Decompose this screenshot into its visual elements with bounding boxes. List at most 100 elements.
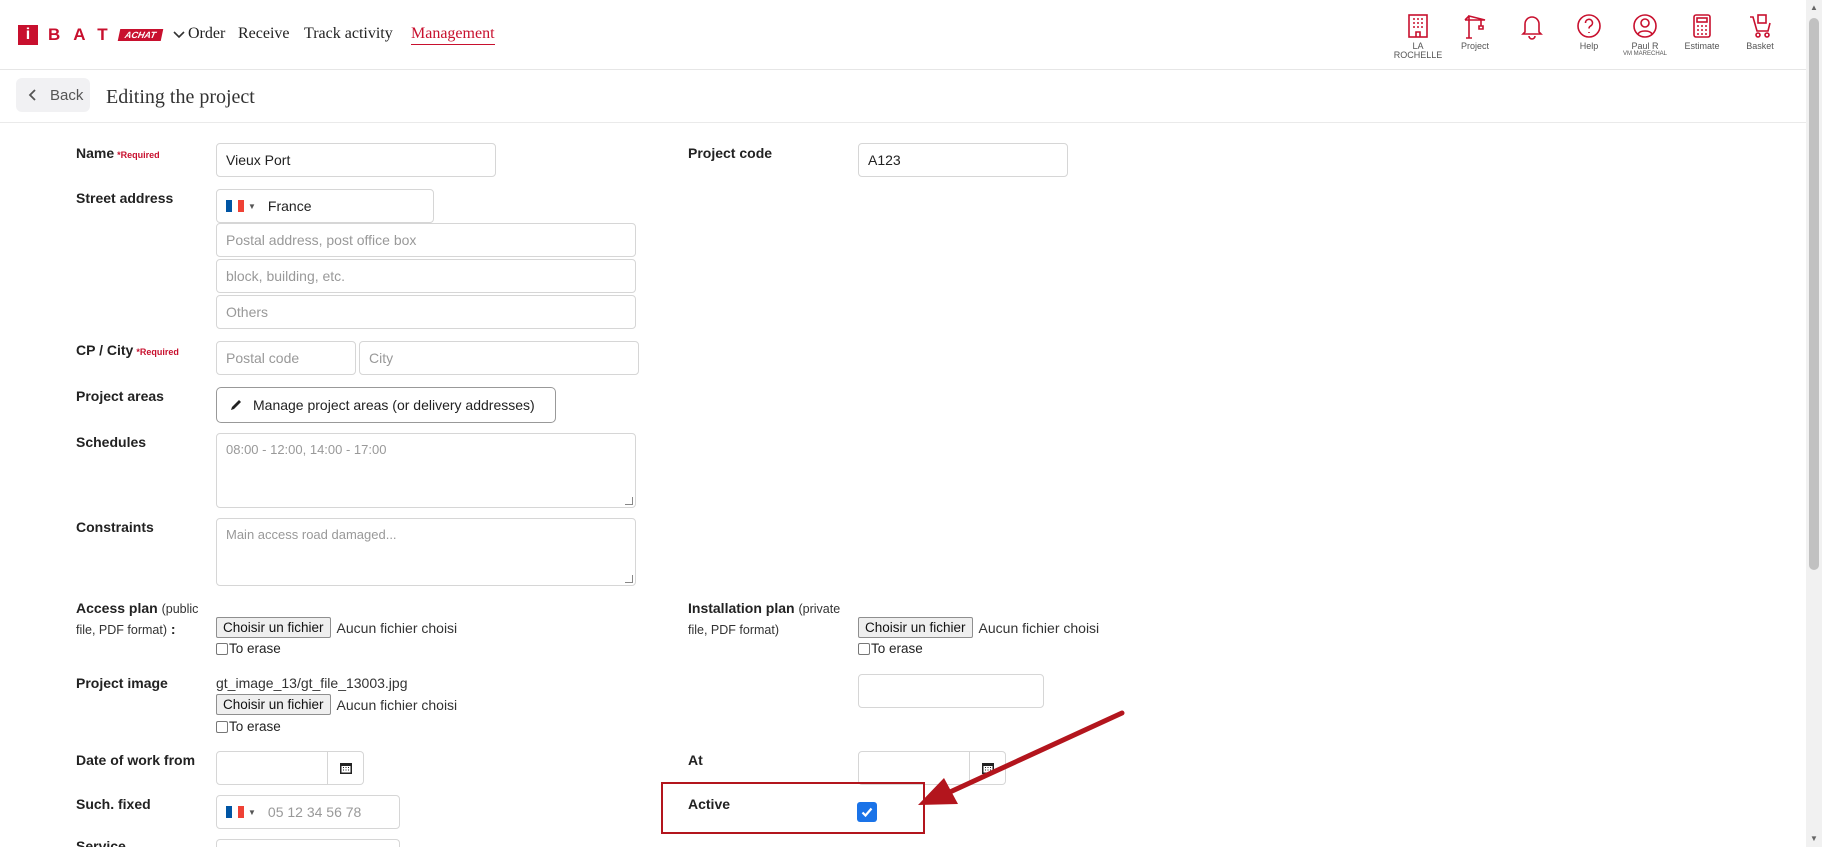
- installation-plan-file-input[interactable]: Choisir un fichier Aucun fichier choisi: [858, 617, 1099, 638]
- date-from-label: Date of work from: [76, 752, 196, 768]
- service-label-partial: Service: [76, 838, 126, 847]
- date-from-input[interactable]: [216, 751, 328, 785]
- active-checkbox[interactable]: [857, 802, 877, 822]
- pencil-icon: [231, 400, 241, 410]
- country-select[interactable]: ▼ France: [216, 189, 434, 223]
- postal-code-input[interactable]: Postal code: [216, 341, 356, 375]
- constraints-label: Constraints: [76, 519, 154, 535]
- erase-checkbox[interactable]: [216, 642, 228, 655]
- resize-handle[interactable]: [625, 497, 633, 505]
- brand-initial: i: [18, 25, 38, 45]
- name-label: Name *Required: [76, 145, 160, 161]
- nav-track-activity[interactable]: Track activity: [304, 25, 393, 43]
- active-label: Active: [688, 796, 731, 812]
- schedules-placeholder: 08:00 - 12:00, 14:00 - 17:00: [226, 442, 387, 457]
- phone-placeholder: 05 12 34 56 78: [267, 804, 362, 820]
- bell-icon: [1521, 16, 1543, 40]
- caret-down-icon: ▼: [248, 201, 256, 211]
- installation-plan-label: Installation plan (private file, PDF for…: [688, 600, 841, 637]
- scrollbar-thumb[interactable]: [1809, 18, 1819, 570]
- chevron-down-icon[interactable]: [172, 28, 186, 42]
- erase-label: To erase: [229, 641, 281, 656]
- back-button[interactable]: Back: [16, 78, 90, 112]
- header-item-sublabel: VM MARECHAL: [1622, 51, 1667, 57]
- resize-handle[interactable]: [625, 575, 633, 583]
- choose-file-button[interactable]: Choisir un fichier: [858, 617, 973, 638]
- at-label: At: [688, 752, 703, 768]
- header-item-location[interactable]: LA ROCHELLE: [1388, 12, 1448, 60]
- erase-label: To erase: [229, 719, 281, 734]
- access-plan-file-input[interactable]: Choisir un fichier Aucun fichier choisi: [216, 617, 457, 638]
- checkmark-icon: [861, 807, 873, 818]
- scroll-down-icon[interactable]: ▼: [1809, 834, 1819, 844]
- nav-order[interactable]: Order: [188, 25, 225, 43]
- cp-city-label: CP / City *Required: [76, 342, 179, 358]
- choose-file-button[interactable]: Choisir un fichier: [216, 617, 331, 638]
- schedules-textarea[interactable]: 08:00 - 12:00, 14:00 - 17:00: [216, 433, 636, 508]
- manage-areas-label: Manage project areas (or delivery addres…: [253, 397, 535, 413]
- france-flag-icon: [226, 806, 244, 818]
- project-image-label: Project image: [76, 675, 168, 691]
- brand-letters: BAT: [48, 25, 121, 44]
- help-icon: [1577, 14, 1601, 38]
- project-image-erase[interactable]: To erase: [216, 719, 281, 734]
- scroll-up-icon[interactable]: ▲: [1809, 3, 1819, 13]
- choose-file-button[interactable]: Choisir un fichier: [216, 694, 331, 715]
- france-flag-icon: [226, 200, 244, 212]
- brand-logo[interactable]: i BAT ACHAT: [18, 25, 186, 45]
- address-line-1-input[interactable]: Postal address, post office box: [216, 223, 636, 257]
- page-header: [0, 71, 1806, 123]
- no-file-text: Aucun fichier choisi: [336, 619, 458, 636]
- header-item-user[interactable]: Paul R VM MARECHAL: [1615, 12, 1675, 58]
- crane-icon: [1464, 14, 1486, 39]
- annotation-arrow-icon: [918, 710, 1125, 805]
- access-plan-erase[interactable]: To erase: [216, 641, 281, 656]
- street-address-label: Street address: [76, 190, 174, 206]
- required-marker: *Required: [117, 150, 160, 160]
- required-marker: *Required: [136, 347, 179, 357]
- access-plan-label: Access plan (public file, PDF format) :: [76, 600, 199, 637]
- no-file-text: Aucun fichier choisi: [336, 696, 458, 713]
- calendar-icon: [339, 763, 352, 774]
- phone-label: Such. fixed: [76, 796, 151, 812]
- erase-checkbox[interactable]: [858, 642, 870, 655]
- header-item-project[interactable]: Project: [1445, 12, 1505, 51]
- erase-label: To erase: [871, 641, 923, 656]
- header-item-notifications[interactable]: [1502, 12, 1562, 40]
- project-code-input[interactable]: A123: [858, 143, 1068, 177]
- address-line-2-input[interactable]: block, building, etc.: [216, 259, 636, 293]
- header-item-label: LA ROCHELLE: [1393, 41, 1443, 60]
- service-input-partial[interactable]: [216, 839, 400, 847]
- schedules-label: Schedules: [76, 434, 147, 450]
- date-from-calendar-button[interactable]: [328, 751, 364, 785]
- project-image-file-input[interactable]: Choisir un fichier Aucun fichier choisi: [216, 694, 457, 715]
- project-image-filename: gt_image_13/gt_file_13003.jpg: [216, 675, 408, 691]
- address-line-3-input[interactable]: Others: [216, 295, 636, 329]
- building-icon: [1408, 14, 1428, 38]
- header-item-estimate[interactable]: Estimate: [1672, 12, 1732, 51]
- constraints-textarea[interactable]: Main access road damaged...: [216, 518, 636, 586]
- header-item-label: Estimate: [1684, 41, 1720, 51]
- no-file-text: Aucun fichier choisi: [978, 619, 1100, 636]
- brand-tag: ACHAT: [117, 29, 163, 41]
- basket-icon: [1750, 14, 1771, 38]
- nav-management[interactable]: Management: [411, 25, 495, 45]
- header-item-label: Help: [1579, 41, 1599, 51]
- back-label: Back: [50, 86, 84, 104]
- nav-receive[interactable]: Receive: [238, 25, 290, 43]
- installation-plan-erase[interactable]: To erase: [858, 641, 923, 656]
- calculator-icon: [1693, 14, 1711, 38]
- name-input[interactable]: Vieux Port: [216, 143, 496, 177]
- header-item-label: Basket: [1746, 41, 1774, 51]
- phone-input[interactable]: ▼ 05 12 34 56 78: [216, 795, 400, 829]
- user-icon: [1633, 14, 1657, 38]
- city-input[interactable]: City: [359, 341, 639, 375]
- caret-down-icon: ▼: [248, 807, 256, 817]
- erase-checkbox[interactable]: [216, 720, 228, 733]
- header-item-basket[interactable]: Basket: [1730, 12, 1790, 51]
- header-item-label: Project: [1460, 41, 1489, 51]
- header-item-help[interactable]: Help: [1559, 12, 1619, 51]
- project-code-label: Project code: [688, 145, 773, 161]
- manage-areas-button[interactable]: Manage project areas (or delivery addres…: [216, 387, 556, 423]
- header-item-label: Paul R: [1631, 41, 1659, 51]
